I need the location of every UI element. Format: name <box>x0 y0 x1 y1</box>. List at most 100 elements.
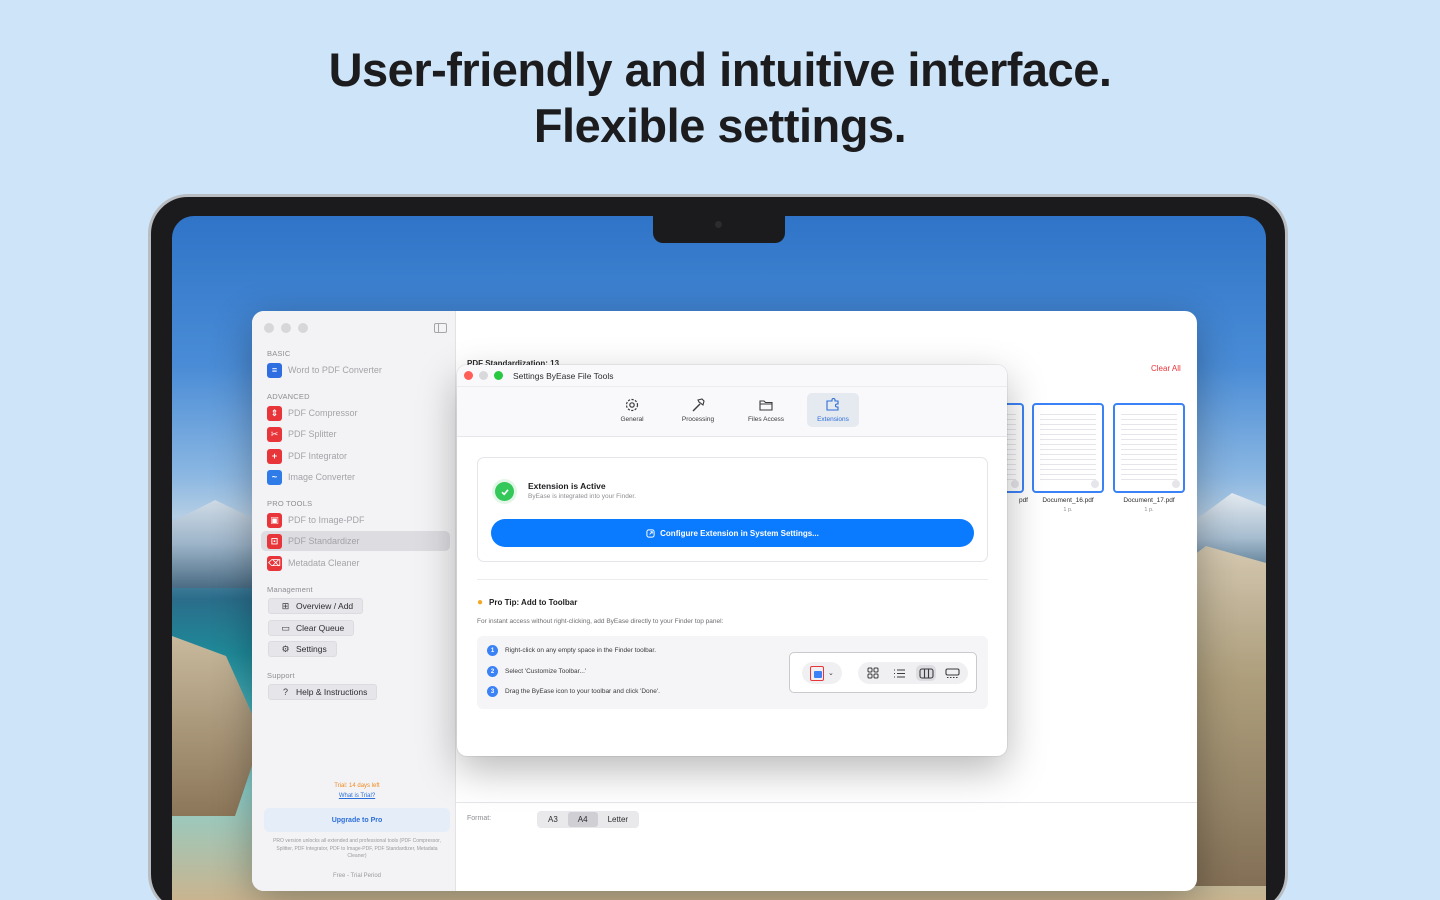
file-name: Document_16.pdf <box>1042 497 1094 504</box>
settings-tabs: General Processing Files Access Extensio… <box>457 387 1007 437</box>
tab-label: General <box>620 416 644 423</box>
zoom-window-button[interactable] <box>494 371 503 380</box>
list-item: 3 Drag the ByEase icon to your toolbar a… <box>487 686 660 697</box>
eraser-icon: ⌫ <box>267 555 282 571</box>
list-item: 1 Right-click on any empty space in the … <box>487 645 656 656</box>
scissors-icon: ✂ <box>267 426 282 442</box>
file-thumbnail[interactable] <box>1032 403 1104 493</box>
steps-panel: 1 Right-click on any empty space in the … <box>477 636 988 709</box>
sidebar-item-pdf-to-image[interactable]: ▣ PDF to Image-PDF <box>267 510 447 530</box>
sidebar-item-pdf-splitter[interactable]: ✂ PDF Splitter <box>267 424 447 444</box>
list-view-icon <box>890 665 910 681</box>
close-window-button[interactable] <box>464 371 473 380</box>
step-text: Select 'Customize Toolbar...' <box>505 668 587 675</box>
compress-icon: ⇕ <box>267 405 282 421</box>
photo-add-icon: ⊞ <box>281 600 290 611</box>
minimize-window-button[interactable] <box>281 323 291 333</box>
step-number: 1 <box>487 645 498 656</box>
format-selector[interactable]: A3 A4 Letter <box>537 811 640 828</box>
sidebar-item-label: PDF Splitter <box>288 429 337 439</box>
clear-queue-button[interactable]: ▭ Clear Queue <box>268 620 355 636</box>
checkmark-icon <box>495 482 514 501</box>
format-label: Format: <box>467 815 492 822</box>
gear-icon: ⚙ <box>281 643 290 654</box>
sidebar-item-label: PDF Compressor <box>288 408 358 418</box>
help-button[interactable]: ? Help & Instructions <box>268 684 378 700</box>
format-option-a4[interactable]: A4 <box>567 812 598 827</box>
close-window-button[interactable] <box>264 323 274 333</box>
plus-icon: + <box>267 448 282 464</box>
sidebar-item-label: Word to PDF Converter <box>288 365 382 375</box>
extension-status-title: Extension is Active <box>528 481 606 491</box>
sidebar: BASIC ≡ Word to PDF Converter ADVANCED ⇕… <box>252 311 456 891</box>
button-label: Help & Instructions <box>296 687 368 697</box>
sidebar-item-label: PDF Standardizer <box>288 536 360 546</box>
tab-files-access[interactable]: Files Access <box>740 393 792 427</box>
button-label: Settings <box>296 644 327 654</box>
sidebar-item-pdf-compressor[interactable]: ⇕ PDF Compressor <box>267 403 447 423</box>
tab-general[interactable]: General <box>606 393 658 427</box>
image-icon: ~ <box>267 469 282 485</box>
gear-icon <box>625 398 639 412</box>
file-thumbnail[interactable] <box>1113 403 1185 493</box>
sidebar-item-label: Metadata Cleaner <box>288 558 360 568</box>
sidebar-item-image-converter[interactable]: ~ Image Converter <box>267 467 447 487</box>
format-option-letter[interactable]: Letter <box>598 812 638 827</box>
minimize-window-button[interactable] <box>479 371 488 380</box>
tray-icon: ▭ <box>281 622 290 633</box>
step-number: 2 <box>487 666 498 677</box>
zoom-window-button[interactable] <box>298 323 308 333</box>
lightbulb-icon: ● <box>477 597 484 608</box>
list-item: 2 Select 'Customize Toolbar...' <box>487 666 586 677</box>
pro-tip-subtitle: For instant access without right-clickin… <box>477 618 724 625</box>
finder-toolbar-preview: ⌄ <box>789 652 977 693</box>
headline: User-friendly and intuitive interface. F… <box>0 42 1440 154</box>
extension-status-card: Extension is Active ByEase is integrated… <box>477 457 988 562</box>
file-pages: 1 p. <box>1144 507 1154 513</box>
tab-label: Files Access <box>747 416 785 423</box>
configure-extension-button[interactable]: Configure Extension in System Settings..… <box>491 519 974 547</box>
section-support: Support <box>267 671 295 680</box>
chevron-down-icon: ⌄ <box>828 670 834 677</box>
tab-processing[interactable]: Processing <box>672 393 724 427</box>
step-text: Right-click on any empty space in the Fi… <box>505 647 657 654</box>
step-number: 3 <box>487 686 498 697</box>
window-controls <box>464 371 503 380</box>
sidebar-item-metadata-cleaner[interactable]: ⌫ Metadata Cleaner <box>267 553 447 573</box>
section-basic: BASIC <box>267 349 291 358</box>
button-label: Configure Extension in System Settings..… <box>660 528 819 538</box>
settings-window: Settings ByEase File Tools General Proce… <box>457 365 1007 756</box>
button-label: Overview / Add <box>296 601 354 611</box>
sidebar-item-label: PDF to Image-PDF <box>288 515 365 525</box>
pdf-image-icon: ▣ <box>267 512 282 528</box>
pro-tip-title: ● Pro Tip: Add to Toolbar <box>477 597 577 608</box>
sidebar-item-label: Image Converter <box>288 472 356 482</box>
format-option-a3[interactable]: A3 <box>538 812 568 827</box>
tab-extensions[interactable]: Extensions <box>807 393 859 427</box>
what-is-trial-link[interactable]: What is Trial? <box>252 793 462 799</box>
folder-icon <box>759 400 773 411</box>
divider <box>456 802 1197 803</box>
clear-all-button[interactable]: Clear All <box>1151 364 1181 373</box>
icon-view-icon <box>863 665 883 681</box>
settings-button[interactable]: ⚙ Settings <box>268 641 337 657</box>
tab-label: Extensions <box>817 416 849 423</box>
window-controls <box>264 323 308 333</box>
headline-line-2: Flexible settings. <box>533 99 907 152</box>
sidebar-item-word-to-pdf[interactable]: ≡ Word to PDF Converter <box>267 360 447 380</box>
settings-title: Settings ByEase File Tools <box>513 371 614 381</box>
extension-status-subtitle: ByEase is integrated into your Finder. <box>528 493 637 500</box>
puzzle-icon <box>826 398 839 411</box>
sidebar-toggle-icon[interactable] <box>434 323 447 333</box>
overview-add-button[interactable]: ⊞ Overview / Add <box>268 598 364 614</box>
sidebar-item-pdf-integrator[interactable]: + PDF Integrator <box>267 446 447 466</box>
sidebar-item-label: PDF Integrator <box>288 451 348 461</box>
byease-toolbar-item: ⌄ <box>802 662 842 684</box>
pro-description: PRO version unlocks all extended and pro… <box>273 838 441 859</box>
trial-status: Trial: 14 days left <box>334 783 380 789</box>
pro-tip-title-text: Pro Tip: Add to Toolbar <box>489 598 578 607</box>
sidebar-item-pdf-standardizer[interactable]: ⊡ PDF Standardizer <box>261 531 450 551</box>
settings-titlebar: Settings ByEase File Tools <box>457 365 1007 387</box>
section-advanced: ADVANCED <box>267 392 310 401</box>
upgrade-button[interactable]: Upgrade to Pro <box>264 808 450 832</box>
